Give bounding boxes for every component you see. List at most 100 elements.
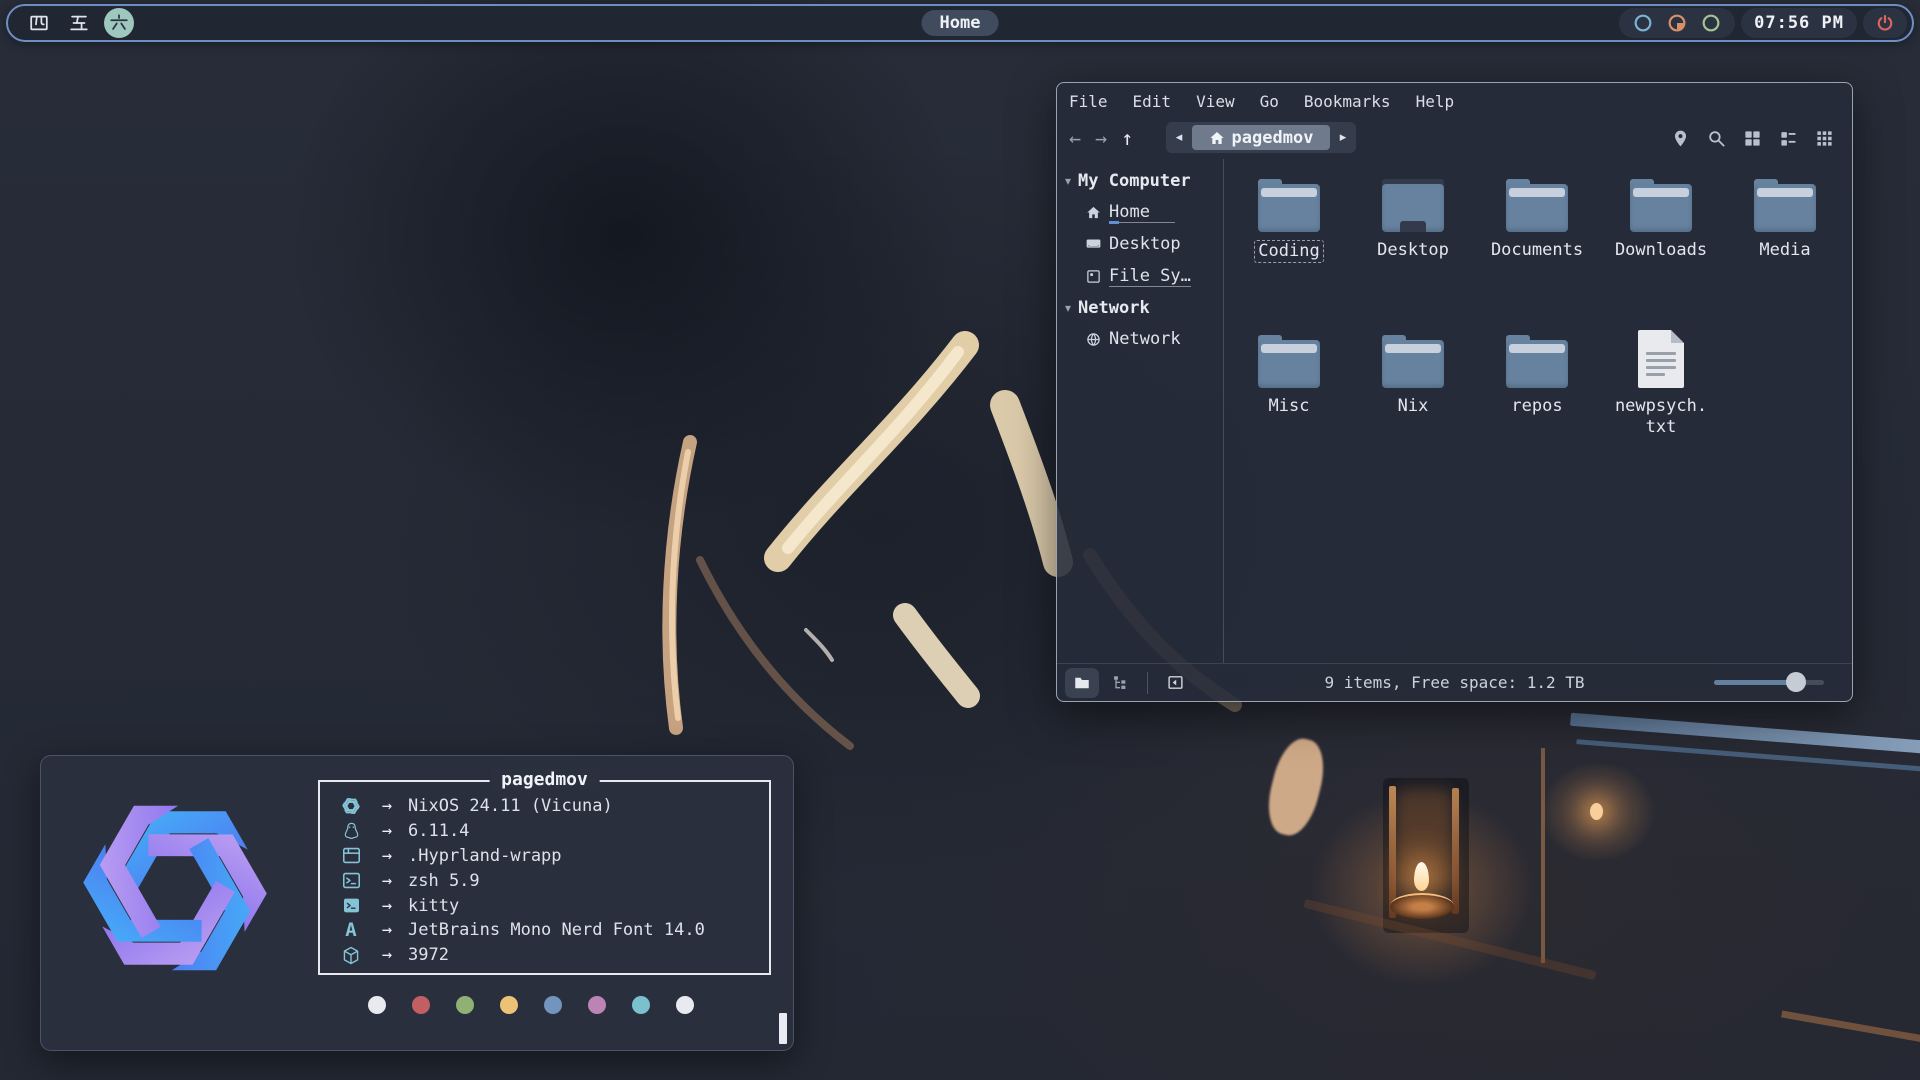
file-label: Desktop <box>1377 240 1449 261</box>
tree-view-button[interactable] <box>1103 668 1137 698</box>
file-item-repos[interactable]: repos <box>1475 335 1599 417</box>
workspace-switcher <box>8 8 134 38</box>
nixos-icon <box>341 796 361 816</box>
sidebar-item-desktop[interactable]: Desktop <box>1057 228 1223 260</box>
arrow: → <box>366 945 408 965</box>
grid-view-icon[interactable] <box>1743 129 1762 148</box>
fastfetch-row-font: A → JetBrains Mono Nerd Font 14.0 <box>336 918 769 943</box>
tux-icon <box>343 822 360 841</box>
file-item-coding[interactable]: Coding <box>1227 179 1351 263</box>
hanzi-four-icon <box>28 12 50 34</box>
menu-help[interactable]: Help <box>1416 92 1455 111</box>
shell-value: zsh 5.9 <box>408 871 480 891</box>
side-panel-icon <box>1167 674 1184 691</box>
list-view-icon[interactable] <box>1779 129 1798 148</box>
menu-edit[interactable]: Edit <box>1133 92 1172 111</box>
file-label: Media <box>1759 240 1810 261</box>
file-label: Coding <box>1254 240 1323 263</box>
sidebar-item-filesystem[interactable]: File Sy… <box>1057 260 1223 292</box>
file-item-downloads[interactable]: Downloads <box>1599 179 1723 261</box>
toolbar-right-icons <box>1671 129 1852 148</box>
palette-dot <box>368 996 386 1014</box>
arrow: → <box>366 896 408 916</box>
sidebar-item-home[interactable]: Home <box>1057 196 1223 228</box>
wm-value: .Hyprland-wrapp <box>408 846 562 866</box>
fastfetch-row-os: → NixOS 24.11 (Vicuna) <box>336 794 769 819</box>
sidebar-item-label: Network <box>1109 329 1181 349</box>
focused-window-title: Home <box>922 10 999 36</box>
location-pin-icon[interactable] <box>1671 129 1690 148</box>
sidebar-item-label: Desktop <box>1109 234 1181 254</box>
palette-dot <box>676 996 694 1014</box>
green-ring-icon[interactable] <box>1700 12 1722 34</box>
hanzi-five-icon <box>68 12 90 34</box>
arrow: → <box>366 871 408 891</box>
power-button[interactable] <box>1863 8 1907 38</box>
path-scroll-left[interactable]: ◂ <box>1166 130 1192 145</box>
file-item-media[interactable]: Media <box>1723 179 1847 261</box>
palette-dot <box>632 996 650 1014</box>
menu-file[interactable]: File <box>1069 92 1108 111</box>
candle-cup <box>1390 893 1454 919</box>
home-icon <box>1209 130 1225 146</box>
side-panel-toggle-button[interactable] <box>1158 668 1192 698</box>
fastfetch-row-packages: → 3972 <box>336 943 769 968</box>
fastfetch-row-wm: → .Hyprland-wrapp <box>336 844 769 869</box>
candle-flame-2 <box>1590 803 1603 820</box>
sidebar-item-network[interactable]: Network <box>1057 323 1223 355</box>
compact-view-icon[interactable] <box>1815 129 1834 148</box>
file-item-documents[interactable]: Documents <box>1475 179 1599 261</box>
lantern-post <box>1452 788 1459 914</box>
terminal-icon <box>343 898 360 913</box>
folder-view-button[interactable] <box>1065 668 1099 698</box>
kernel-value: 6.11.4 <box>408 821 469 841</box>
search-icon[interactable] <box>1707 129 1726 148</box>
zoom-slider-fill <box>1714 680 1796 685</box>
top-bar: Home 07:56 PM <box>6 4 1914 42</box>
clock[interactable]: 07:56 PM <box>1741 8 1857 38</box>
menu-bookmarks[interactable]: Bookmarks <box>1304 92 1391 111</box>
menu-view[interactable]: View <box>1196 92 1235 111</box>
arrow: → <box>366 821 408 841</box>
status-text: 9 items, Free space: 1.2 TB <box>1324 673 1584 692</box>
zoom-slider[interactable] <box>1714 680 1824 685</box>
path-scroll-right[interactable]: ▸ <box>1330 130 1356 145</box>
text-file-icon <box>1638 330 1684 388</box>
sidebar-section-my-computer[interactable]: ▾ My Computer <box>1057 165 1223 196</box>
workspace-4[interactable] <box>24 8 54 38</box>
workspace-6-active[interactable] <box>104 8 134 38</box>
zoom-slider-knob[interactable] <box>1786 672 1806 692</box>
status-separator <box>1147 672 1148 694</box>
path-segment-home[interactable]: pagedmov <box>1192 125 1330 150</box>
menu-go[interactable]: Go <box>1260 92 1279 111</box>
arrow: → <box>366 796 408 816</box>
desktop-folder-icon <box>1382 179 1444 232</box>
sidebar: ▾ My Computer Home Desktop File Sy… ▾ <box>1057 165 1223 355</box>
status-bar: 9 items, Free space: 1.2 TB <box>1057 663 1852 701</box>
file-item-misc[interactable]: Misc <box>1227 335 1351 417</box>
file-item-desktop[interactable]: Desktop <box>1351 179 1475 261</box>
fastfetch-row-terminal: → kitty <box>336 893 769 918</box>
back-button[interactable]: ← <box>1069 126 1081 150</box>
palette-dot <box>412 996 430 1014</box>
window-manager-icon <box>342 847 361 864</box>
palette-dot <box>456 996 474 1014</box>
menu-bar: File Edit View Go Bookmarks Help <box>1057 83 1852 111</box>
expander-icon[interactable]: ▾ <box>1065 301 1071 315</box>
forward-button[interactable]: → <box>1095 126 1107 150</box>
sidebar-section-network[interactable]: ▾ Network <box>1057 292 1223 323</box>
blue-ring-icon[interactable] <box>1632 12 1654 34</box>
terminal-color-palette <box>368 996 694 1014</box>
folder-icon <box>1258 179 1320 232</box>
system-tray <box>1619 8 1735 38</box>
section-label: My Computer <box>1078 171 1191 191</box>
orange-pie-icon[interactable] <box>1666 12 1688 34</box>
tree-view-icon <box>1112 675 1128 691</box>
file-item-nix[interactable]: Nix <box>1351 335 1475 417</box>
fastfetch-info-box: pagedmov → NixOS 24.11 (Vicuna) → 6.11.4… <box>318 780 771 975</box>
workspace-5[interactable] <box>64 8 94 38</box>
file-item-newpsych-txt[interactable]: newpsych.txt <box>1599 330 1723 438</box>
expander-icon[interactable]: ▾ <box>1065 174 1071 188</box>
window-body: ▾ My Computer Home Desktop File Sy… ▾ <box>1057 159 1852 663</box>
up-button[interactable]: ↑ <box>1121 126 1133 150</box>
